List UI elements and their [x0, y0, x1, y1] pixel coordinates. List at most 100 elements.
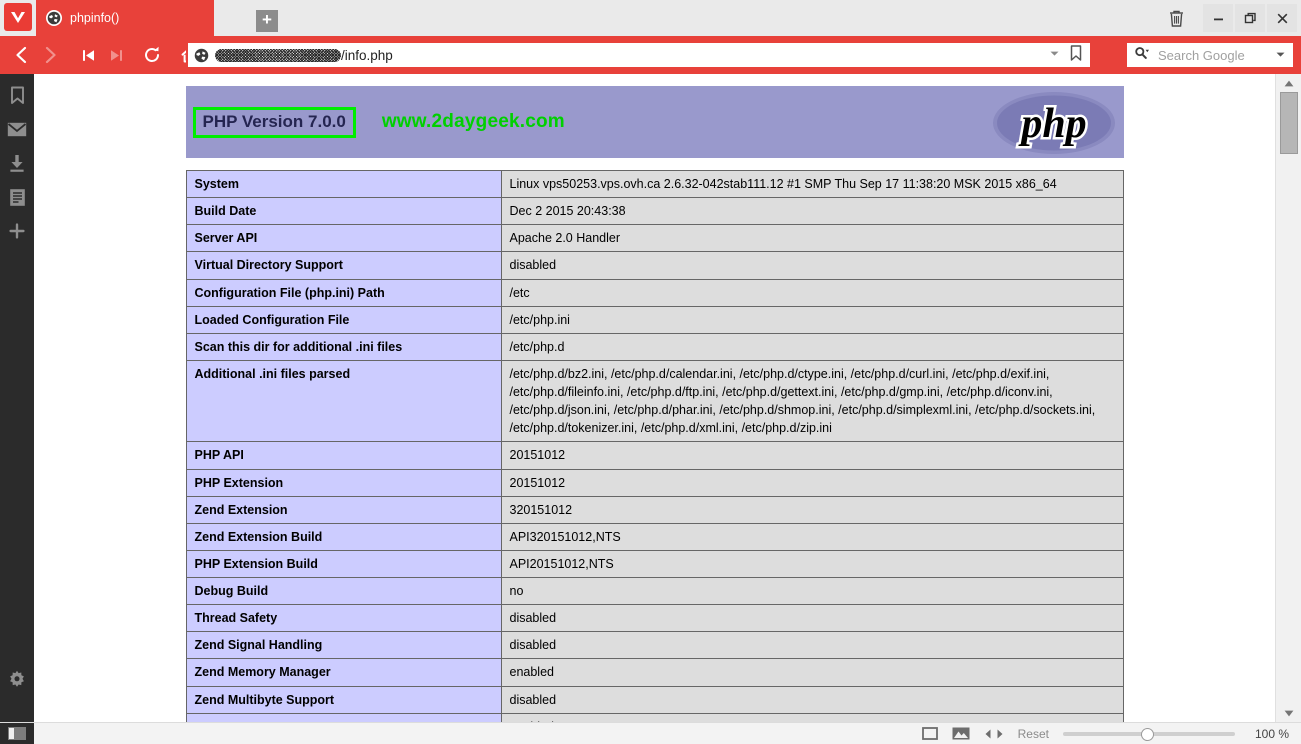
- zoom-reset-button[interactable]: Reset: [1018, 727, 1049, 741]
- table-cell-key: Configuration File (php.ini) Path: [185, 278, 502, 307]
- page-tiling-icon[interactable]: [921, 727, 938, 740]
- zoom-level-label: 100 %: [1254, 726, 1289, 741]
- search-input[interactable]: Search Google: [1158, 48, 1245, 63]
- table-cell-key: PHP Extension: [185, 468, 502, 497]
- scroll-up-icon[interactable]: [1276, 74, 1301, 92]
- sidebar-item-settings[interactable]: [0, 662, 34, 696]
- table-row: Zend Signal Handling disabled: [185, 631, 1124, 660]
- sidebar-item-downloads[interactable]: [0, 146, 34, 180]
- reload-icon[interactable]: [138, 36, 166, 74]
- sidebar-item-notes[interactable]: [0, 180, 34, 214]
- table-cell-value: /etc: [500, 278, 1124, 307]
- table-cell-value: enabled: [500, 712, 1124, 722]
- table-row: Zend Extension 320151012: [185, 495, 1124, 524]
- table-row: Debug Build no: [185, 576, 1124, 606]
- minimize-button[interactable]: [1203, 4, 1233, 32]
- table-cell-value: Dec 2 2015 20:43:38: [500, 197, 1124, 226]
- table-cell-key: Zend Extension Build: [185, 522, 502, 551]
- vertical-scrollbar[interactable]: [1275, 74, 1301, 722]
- table-cell-value: no: [500, 576, 1124, 606]
- rewind-icon[interactable]: [74, 36, 102, 74]
- table-cell-key: Debug Build: [185, 576, 502, 606]
- table-cell-key: PHP Extension Build: [185, 549, 502, 579]
- table-cell-key: Zend Extension: [185, 495, 502, 524]
- back-arrow-icon[interactable]: [8, 36, 36, 74]
- scrollbar-thumb[interactable]: [1280, 92, 1298, 154]
- redacted-domain: [215, 48, 341, 62]
- table-row: PHP API 20151012: [185, 441, 1124, 470]
- table-row: PHP Extension Build API20151012,NTS: [185, 549, 1124, 579]
- table-cell-key: Server API: [185, 224, 502, 253]
- table-cell-value: 20151012: [500, 441, 1124, 470]
- table-row: Server API Apache 2.0 Handler: [185, 224, 1124, 253]
- tab-strip: phpinfo() +: [36, 0, 278, 36]
- table-row: Build Date Dec 2 2015 20:43:38: [185, 197, 1124, 226]
- table-cell-value: enabled: [500, 658, 1124, 687]
- table-cell-key: PHP API: [185, 441, 502, 470]
- table-cell-value: 320151012: [500, 495, 1124, 524]
- table-cell-value: API20151012,NTS: [500, 549, 1124, 579]
- search-magnifier-icon[interactable]: [1134, 46, 1150, 65]
- table-cell-key: Zend Memory Manager: [185, 658, 502, 687]
- table-cell-key: Zend Multibyte Support: [185, 685, 502, 714]
- table-cell-key: Thread Safety: [185, 604, 502, 633]
- browser-window: phpinfo() + /info.php Search Google PHP …: [0, 0, 1301, 744]
- images-icon[interactable]: [952, 727, 970, 740]
- phpinfo-table: System Linux vps50253.vps.ovh.ca 2.6.32-0…: [185, 169, 1124, 722]
- table-row: Configuration File (php.ini) Path/etc: [185, 278, 1124, 307]
- side-panel: [0, 74, 34, 744]
- bookmark-icon[interactable]: [1070, 44, 1082, 66]
- table-row: Loaded Configuration File/etc/php.ini: [185, 305, 1124, 334]
- table-cell-key: Additional .ini files parsed: [185, 359, 502, 443]
- table-cell-key: Scan this dir for additional .ini files: [185, 332, 502, 361]
- panel-toggle-icon[interactable]: [0, 722, 34, 744]
- php-logo-icon: php php: [991, 90, 1117, 156]
- table-cell-value: disabled: [500, 685, 1124, 714]
- table-row: Zend Multibyte Support disabled: [185, 685, 1124, 714]
- php-version-highlight: PHP Version 7.0.0: [192, 106, 356, 138]
- php-version-label: PHP Version 7.0.0: [202, 111, 346, 131]
- vivaldi-logo-icon[interactable]: [4, 3, 32, 31]
- page-content: PHP Version 7.0.0 www.2daygeek.com php p…: [34, 74, 1275, 722]
- fast-forward-icon[interactable]: [102, 36, 130, 74]
- window-controls: [1159, 3, 1297, 33]
- table-cell-value: disabled: [500, 604, 1124, 633]
- table-cell-value: /etc/php.d: [500, 332, 1124, 361]
- scroll-down-icon[interactable]: [1276, 704, 1301, 722]
- table-row: Thread Safety disabled: [185, 604, 1124, 633]
- chevron-down-icon[interactable]: [1049, 46, 1060, 64]
- zoom-slider[interactable]: [1063, 727, 1235, 741]
- sidebar-item-mail[interactable]: [0, 112, 34, 146]
- globe-icon: [194, 48, 209, 63]
- table-cell-key: Build Date: [185, 197, 502, 226]
- table-cell-value: disabled: [500, 251, 1124, 280]
- code-icon[interactable]: [984, 728, 1004, 740]
- table-cell-value: 20151012: [500, 468, 1124, 497]
- table-row: Virtual Directory Support disabled: [185, 251, 1124, 280]
- table-cell-key: Loaded Configuration File: [185, 305, 502, 334]
- globe-icon: [46, 10, 62, 26]
- new-tab-button[interactable]: +: [256, 10, 278, 32]
- sidebar-item-add-panel[interactable]: [0, 214, 34, 248]
- tab-phpinfo[interactable]: phpinfo(): [36, 0, 214, 36]
- zoom-slider-handle[interactable]: [1141, 727, 1154, 741]
- table-cell-key: Virtual Directory Support: [185, 251, 502, 280]
- search-bar[interactable]: Search Google: [1124, 40, 1296, 70]
- table-row: Additional .ini files parsed/etc/php.d/b…: [185, 359, 1124, 443]
- chevron-down-icon[interactable]: [1275, 49, 1286, 62]
- table-cell-value: /etc/php.d/bz2.ini, /etc/php.d/calendar.…: [500, 359, 1124, 443]
- trash-icon[interactable]: [1159, 4, 1193, 32]
- table-cell-value: API320151012,NTS: [500, 522, 1124, 551]
- table-row: PHP Extension 20151012: [185, 468, 1124, 497]
- table-cell-value: Linux vps50253.vps.ovh.ca 2.6.32-042stab…: [500, 169, 1124, 199]
- forward-arrow-icon[interactable]: [36, 36, 64, 74]
- table-row: Scan this dir for additional .ini files /…: [185, 332, 1124, 361]
- close-button[interactable]: [1267, 4, 1297, 32]
- status-bar: Reset 100 %: [0, 722, 1301, 744]
- restore-button[interactable]: [1235, 4, 1265, 32]
- phpinfo-header: PHP Version 7.0.0 www.2daygeek.com php p…: [185, 86, 1124, 158]
- sidebar-item-bookmarks[interactable]: [0, 78, 34, 112]
- address-bar-path: /info.php: [341, 47, 393, 63]
- address-bar[interactable]: /info.php: [186, 41, 1092, 69]
- table-row: Zend Extension Build API320151012,NTS: [185, 522, 1124, 551]
